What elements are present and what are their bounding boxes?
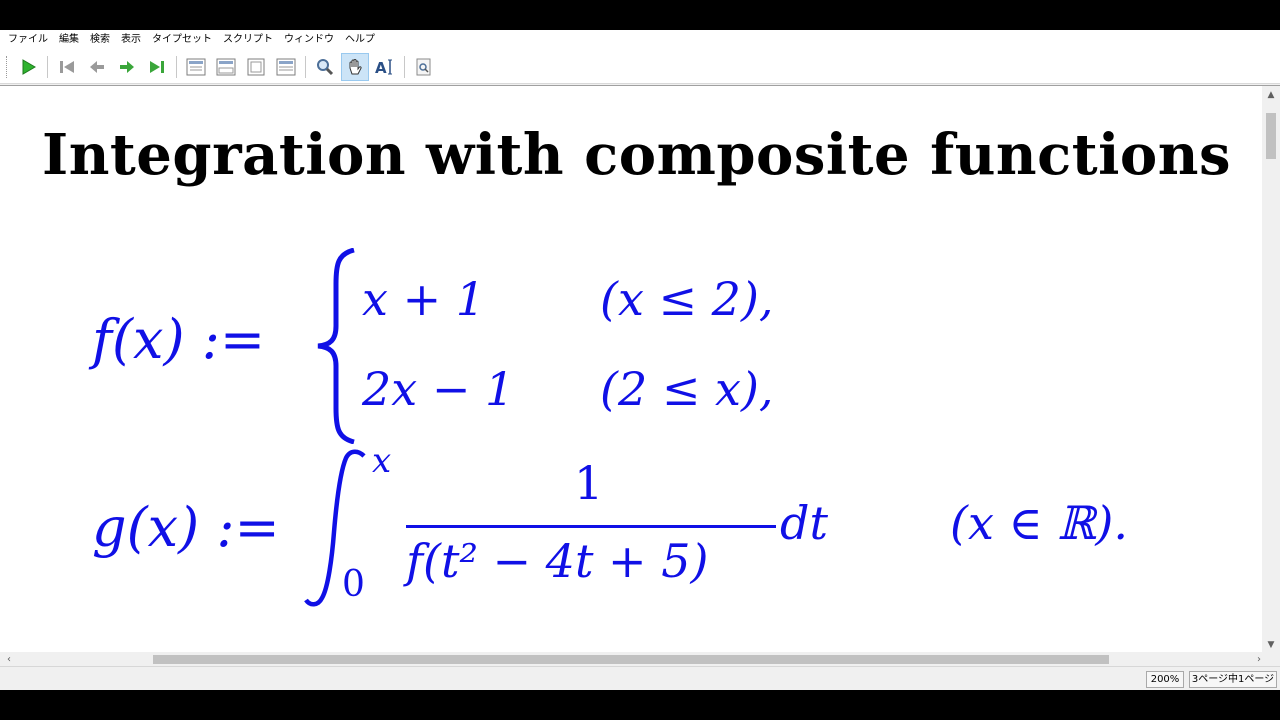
horizontal-scrollbar[interactable]: ‹ › bbox=[0, 652, 1280, 666]
menu-script[interactable]: スクリプト bbox=[219, 30, 280, 50]
document-viewport[interactable]: Integration with composite functions f(x… bbox=[0, 85, 1280, 666]
previous-page-button[interactable] bbox=[83, 53, 111, 81]
case-1-condition: (x ≤ 2), bbox=[600, 272, 774, 326]
scroll-right-arrow-icon[interactable]: › bbox=[1252, 652, 1266, 666]
toolbar-separator bbox=[47, 55, 48, 78]
fit-width-icon bbox=[276, 58, 296, 75]
hand-tool-button[interactable] bbox=[341, 52, 369, 81]
differential: dt bbox=[780, 496, 828, 550]
facing-pages-icon bbox=[247, 58, 265, 75]
fraction-denominator: f(t² − 4t + 5) bbox=[406, 534, 709, 588]
next-page-icon bbox=[120, 60, 134, 73]
toolbar-separator bbox=[305, 55, 306, 78]
find-icon bbox=[416, 58, 431, 75]
play-icon bbox=[22, 58, 36, 75]
find-button[interactable] bbox=[410, 53, 438, 81]
fraction-bar bbox=[406, 525, 776, 528]
typeset-button[interactable] bbox=[14, 53, 42, 81]
status-bar: 200% 3ページ中1ページ bbox=[0, 666, 1280, 690]
fraction-numerator: 1 bbox=[574, 456, 604, 510]
menu-typeset[interactable]: タイプセット bbox=[148, 30, 219, 50]
first-page-button[interactable] bbox=[53, 53, 81, 81]
toolbar-separator bbox=[176, 55, 177, 78]
zoom-level[interactable]: 200% bbox=[1146, 671, 1184, 688]
hand-icon bbox=[349, 58, 362, 74]
menu-file[interactable]: ファイル bbox=[4, 30, 55, 50]
scroll-down-arrow-icon[interactable]: ▼ bbox=[1262, 636, 1280, 653]
magnify-icon bbox=[317, 58, 334, 75]
scroll-left-arrow-icon[interactable]: ‹ bbox=[2, 652, 16, 666]
page-title: Integration with composite functions bbox=[42, 122, 1231, 188]
domain-condition: (x ∈ ℝ). bbox=[950, 496, 1128, 550]
svg-text:A: A bbox=[375, 59, 387, 77]
g-definition-lhs: g(x) := bbox=[92, 496, 280, 559]
last-page-button[interactable] bbox=[143, 53, 171, 81]
menu-window[interactable]: ウィンドウ bbox=[280, 30, 341, 50]
menu-help[interactable]: ヘルプ bbox=[341, 30, 382, 50]
scroll-up-arrow-icon[interactable]: ▲ bbox=[1262, 86, 1280, 103]
case-2-expression: 2x − 1 bbox=[362, 362, 515, 416]
magnify-button[interactable] bbox=[311, 53, 339, 81]
select-text-icon: A bbox=[375, 59, 392, 77]
menu-edit[interactable]: 編集 bbox=[55, 30, 86, 50]
select-text-button[interactable]: A bbox=[371, 53, 399, 81]
case-2-condition: (2 ≤ x), bbox=[600, 362, 774, 416]
toolbar-grip[interactable] bbox=[6, 55, 9, 78]
left-brace bbox=[317, 248, 355, 444]
vertical-scrollbar[interactable]: ▲ ▼ bbox=[1262, 86, 1280, 653]
continuous-page-icon bbox=[216, 58, 236, 75]
menu-search[interactable]: 検索 bbox=[86, 30, 117, 50]
single-page-icon bbox=[186, 58, 206, 75]
horizontal-scroll-thumb[interactable] bbox=[153, 655, 1109, 664]
facing-pages-button[interactable] bbox=[242, 53, 270, 81]
fit-width-button[interactable] bbox=[272, 53, 300, 81]
pdf-page: Integration with composite functions f(x… bbox=[0, 86, 1262, 653]
menu-bar: ファイル 編集 検索 表示 タイプセット スクリプト ウィンドウ ヘルプ bbox=[0, 30, 1280, 50]
integral-upper-limit: x bbox=[372, 441, 392, 481]
integral-lower-limit: 0 bbox=[342, 564, 365, 605]
vertical-scroll-thumb[interactable] bbox=[1266, 113, 1276, 159]
continuous-page-button[interactable] bbox=[212, 53, 240, 81]
next-page-button[interactable] bbox=[113, 53, 141, 81]
toolbar: A bbox=[0, 50, 1280, 84]
previous-page-icon bbox=[90, 60, 104, 73]
f-definition-lhs: f(x) := bbox=[92, 308, 266, 371]
toolbar-separator bbox=[404, 55, 405, 78]
menu-view[interactable]: 表示 bbox=[117, 30, 148, 50]
page-indicator: 3ページ中1ページ bbox=[1189, 671, 1277, 688]
first-page-icon bbox=[60, 60, 74, 73]
case-1-expression: x + 1 bbox=[362, 272, 485, 326]
single-page-button[interactable] bbox=[182, 53, 210, 81]
viewer-window: ファイル 編集 検索 表示 タイプセット スクリプト ウィンドウ ヘルプ A I… bbox=[0, 30, 1280, 690]
last-page-icon bbox=[150, 60, 164, 73]
